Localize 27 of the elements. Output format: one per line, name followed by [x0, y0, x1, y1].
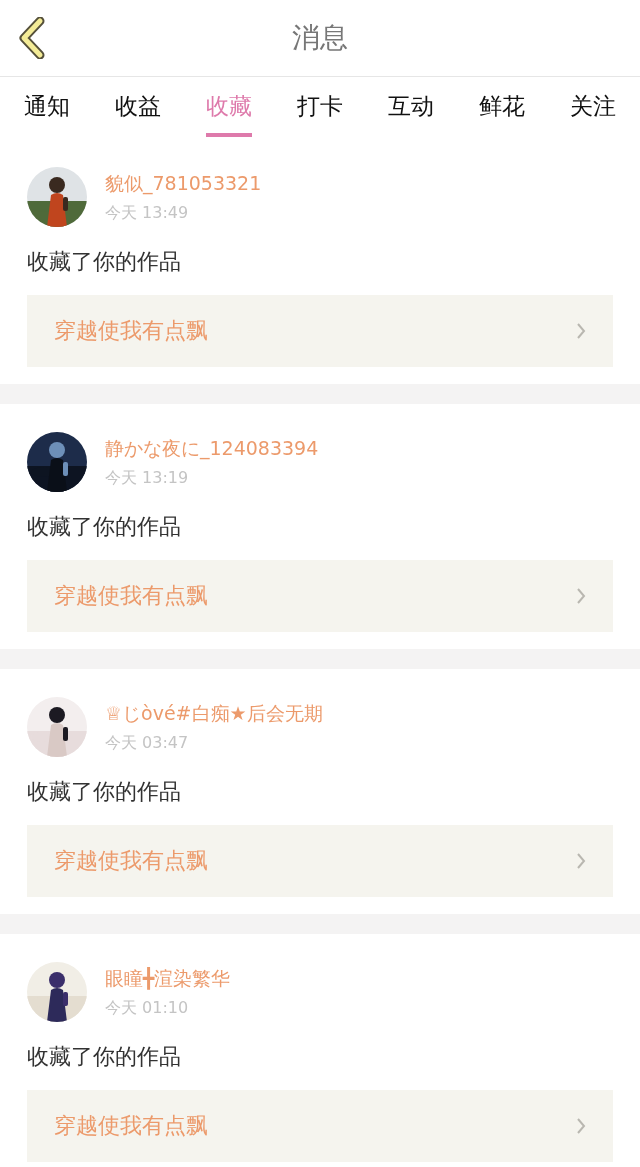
action-text: 收藏了你的作品 — [27, 778, 182, 806]
chevron-icon — [576, 852, 586, 870]
tab[interactable]: 互动 — [388, 89, 434, 137]
user-name[interactable]: 静かな夜に_124083394 — [105, 435, 319, 462]
user-name[interactable]: ♕じòvé#白痴★后会无期 — [105, 700, 323, 727]
timestamp: 今天 03:47 — [105, 732, 190, 754]
tab[interactable]: 关注 — [570, 89, 616, 137]
chevron-icon — [576, 322, 586, 340]
tab[interactable]: 鲜花 — [479, 89, 525, 137]
action-text: 收藏了你的作品 — [27, 248, 182, 276]
chevron-icon — [576, 1117, 586, 1135]
action-text: 收藏了你的作品 — [27, 513, 182, 541]
work-link[interactable]: 穿越使我有点飘 — [27, 295, 613, 367]
timestamp: 今天 13:19 — [105, 467, 190, 489]
page-title: 消息 — [292, 20, 348, 56]
tab[interactable]: 打卡 — [297, 89, 343, 137]
action-text: 收藏了你的作品 — [27, 1043, 182, 1071]
tab[interactable]: 通知 — [24, 89, 70, 137]
chevron-icon — [576, 587, 586, 605]
work-link[interactable]: 穿越使我有点飘 — [27, 1090, 613, 1162]
user-name[interactable]: 眼瞳╋渲染繁华 — [105, 965, 231, 992]
work-link[interactable]: 穿越使我有点飘 — [27, 560, 613, 632]
user-name[interactable]: 貌似_781053321 — [105, 170, 262, 197]
tab[interactable]: 收益 — [115, 89, 161, 137]
work-link[interactable]: 穿越使我有点飘 — [27, 825, 613, 897]
timestamp: 今天 13:49 — [105, 202, 190, 224]
timestamp: 今天 01:10 — [105, 997, 190, 1019]
